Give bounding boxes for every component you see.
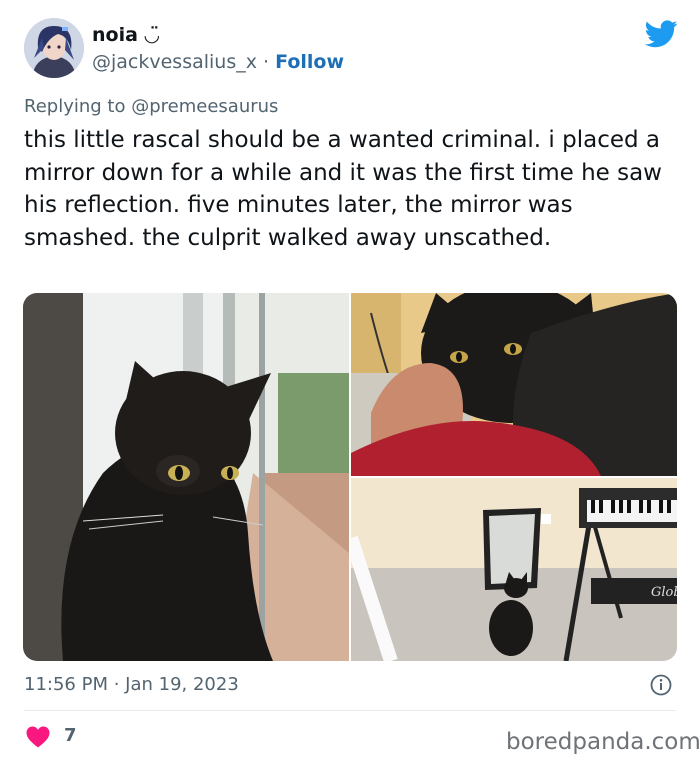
twitter-bird-icon[interactable] — [645, 20, 678, 48]
photo-mirror-keyboard[interactable]: Glob — [351, 478, 677, 661]
tweet-card: noia ◡̈ @jackvessalius_x · Follow Replyi… — [0, 0, 700, 764]
media-grid: Glob — [23, 293, 677, 661]
keyboard-brand-text: Glob — [651, 585, 677, 600]
reply-mention-link[interactable]: @premeesaurus — [131, 96, 278, 117]
watermark: boredpanda.com — [506, 729, 700, 755]
replying-to-label: Replying to — [24, 96, 126, 117]
replying-to: Replying to @premeesaurus — [24, 96, 278, 117]
timestamp[interactable]: 11:56 PM · Jan 19, 2023 — [24, 674, 239, 695]
separator-dot: · — [263, 51, 270, 73]
avatar[interactable] — [24, 18, 84, 78]
info-icon[interactable] — [650, 674, 672, 696]
divider — [24, 710, 676, 711]
handle-row: @jackvessalius_x · Follow — [92, 51, 344, 73]
user-handle[interactable]: @jackvessalius_x — [92, 51, 257, 73]
tweet-text: this little rascal should be a wanted cr… — [24, 127, 662, 251]
photo-cat-closeup[interactable] — [351, 293, 677, 476]
display-name[interactable]: noia ◡̈ — [92, 24, 159, 46]
photo-cat-window[interactable] — [23, 293, 349, 661]
like-count: 7 — [64, 725, 77, 746]
heart-icon[interactable] — [26, 726, 50, 748]
follow-button[interactable]: Follow — [275, 51, 344, 73]
